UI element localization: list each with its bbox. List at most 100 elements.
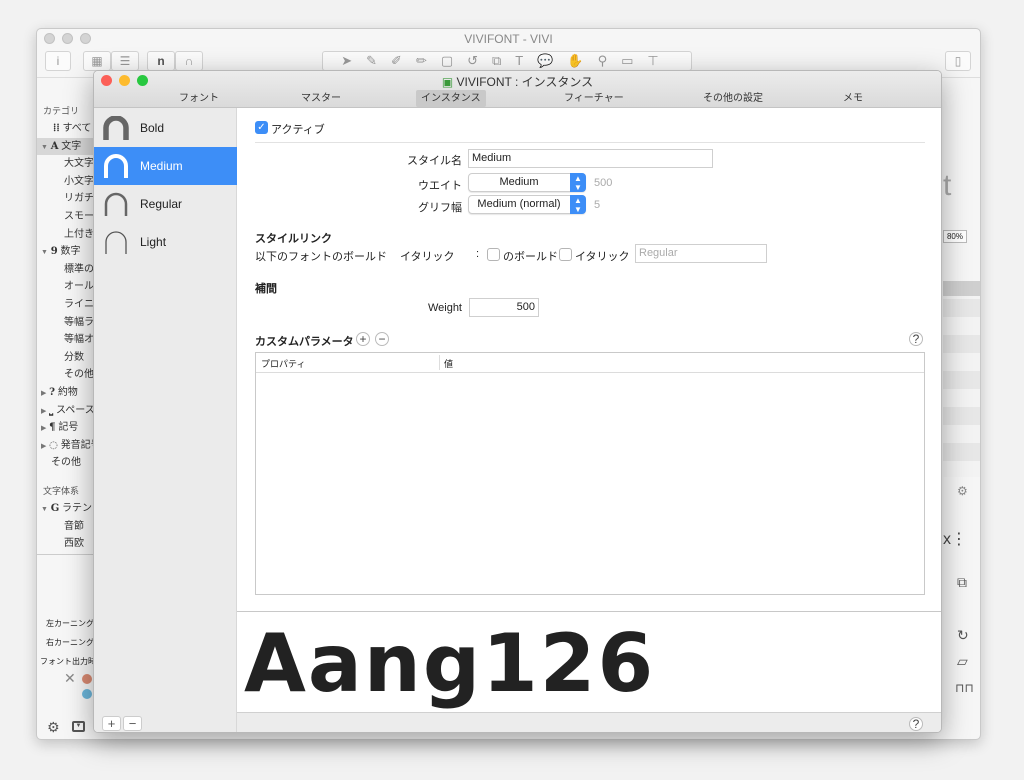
italic-checkbox[interactable] [559,248,572,261]
category-item[interactable]: 分数 [37,349,94,367]
rotate-icon[interactable]: ↻ [957,627,969,644]
category-item[interactable]: ▶ ? 約物 [37,384,94,402]
width-class: 5 [594,199,601,211]
italic-label: イタリック [575,251,630,263]
tab-3[interactable]: フィーチャー [559,90,629,107]
weight-axis-input[interactable]: 500 [469,298,539,317]
category-label: 文字 [61,140,82,152]
category-item[interactable]: その他 [37,366,94,384]
add-instance-button[interactable]: + [102,716,121,731]
list-view-icon[interactable]: ☰ [111,51,139,71]
instance-item[interactable]: Regular [94,185,237,223]
settings-gear-icon[interactable]: ⚙ [957,484,968,498]
dropdown-menu-icon[interactable]: ▼ [72,721,85,732]
slant-icon[interactable]: ▱ [957,653,968,670]
category-item[interactable]: その他 [37,454,94,472]
category-item[interactable]: ライニ [37,296,94,314]
category-label: スペース [55,404,94,416]
category-item[interactable]: ▼ A 文字 [37,137,94,156]
category-item[interactable]: 小文字 [37,173,94,191]
remove-instance-button[interactable]: − [123,716,142,731]
bold-checkbox[interactable] [487,248,500,261]
bold-n-icon[interactable]: n [147,51,175,71]
light-n-icon[interactable]: ∩ [175,51,203,71]
category-label: ライニ [64,299,94,310]
disclosure-arrow-icon[interactable]: ▼ [41,506,48,513]
help-button[interactable]: ? [909,717,923,731]
sidebar-toggle-icon[interactable]: ▯ [945,51,971,71]
style-linking-text: 以下のフォントのボールド [255,251,387,263]
tab-4[interactable]: その他の設定 [698,90,768,107]
instance-label: Light [140,235,167,249]
active-label: アクティブ [271,124,325,136]
disclosure-arrow-icon[interactable]: ▶ [41,408,46,415]
grid-view-icon[interactable]: ▦ [83,51,111,71]
category-item[interactable]: 音節 [37,518,94,536]
category-item[interactable]: ⁞⁞ すべて [37,120,94,138]
blue-color-dot[interactable] [82,689,92,699]
close-x-icon[interactable]: ✕ [64,670,76,687]
category-item[interactable]: ▶ ¶ 記号 [37,419,94,437]
instance-item[interactable]: Light [94,223,237,261]
category-label: 約物 [57,387,78,398]
disclosure-arrow-icon[interactable]: ▼ [41,144,48,151]
category-item[interactable]: 大文字 [37,155,94,173]
category-item[interactable]: リガチャ [37,190,94,208]
category-item[interactable]: ▶ ⎵ スペース [37,402,94,420]
active-checkbox[interactable]: ✓ [255,121,268,134]
custom-params-table[interactable]: プロパティ 値 [255,352,925,595]
category-label: ラテン [62,503,93,514]
disclosure-arrow-icon[interactable]: ▶ [41,390,46,397]
category-item[interactable]: 等幅オ [37,331,94,349]
category-item[interactable]: 西欧 [37,535,94,553]
category-item[interactable]: ▶ ◌ 発音記号 [37,437,94,455]
font-info-window: ▣ VIVIFONT : インスタンス フォント マスター インスタンス フィーチャー… [93,70,942,733]
red-color-dot[interactable] [82,674,92,684]
instance-glyph-icon [104,154,128,178]
layer-list[interactable] [943,281,980,477]
instance-item[interactable]: Bold [94,109,237,147]
category-item[interactable]: ▼ 9 数字 [37,243,94,261]
tab-0[interactable]: フォント [174,90,224,107]
category-label: 等幅ラ [64,316,94,328]
zoom-field[interactable]: 80% [943,230,967,243]
gear-icon[interactable]: ⚙ [47,719,60,736]
column-header-property[interactable]: プロパティ [261,357,305,370]
style-name-input[interactable]: Medium [468,149,713,168]
instance-glyph-icon [105,231,127,254]
tab-2[interactable]: インスタンス [416,90,486,107]
disclosure-arrow-icon[interactable]: ▶ [41,425,46,432]
tab-5[interactable]: メモ [838,90,868,107]
category-item[interactable]: オール [37,278,94,296]
category-item[interactable]: 標準の [37,261,94,279]
instance-item[interactable]: Medium [94,147,237,185]
interpolation-header: 補間 [255,283,277,295]
column-header-value[interactable]: 値 [444,357,453,370]
category-item[interactable]: ▼ G ラテン [37,500,94,518]
category-label: すべて [62,123,92,134]
preview-text: Aang126 [244,617,656,710]
disclosure-arrow-icon[interactable]: ▼ [41,249,48,256]
category-item[interactable]: 上付き [37,226,94,244]
category-item[interactable]: スモール [37,208,94,226]
category-item[interactable]: 等幅ラ [37,314,94,332]
tool-palette[interactable]: ➤✎✐✏▢↺⧉T💬✋⚲▭⊤ [322,51,692,71]
transform-icon[interactable]: x⋮ [943,529,967,549]
add-parameter-button[interactable]: + [356,332,370,346]
category-label: 発音記号 [60,439,94,451]
instance-label: Regular [140,197,183,211]
weight-popup[interactable]: Medium ▲ ▼ [468,173,586,192]
align-icon[interactable]: ⊓⊓ [955,681,974,695]
category-label: 標準の [64,263,94,275]
width-popup[interactable]: Medium (normal) ▲ ▼ [468,195,586,214]
disclosure-arrow-icon[interactable]: ▶ [41,443,46,450]
tab-1[interactable]: マスター [296,90,346,107]
9-glyph-icon: 9 [50,246,58,258]
remove-parameter-button[interactable]: − [375,332,389,346]
pilcrow-icon: ¶ [49,422,56,434]
info-icon[interactable]: i [45,51,71,71]
help-button[interactable]: ? [909,332,923,346]
weight-axis-label: Weight [427,302,462,314]
linked-style-input[interactable]: Regular [635,244,767,263]
scale-icon[interactable]: ⧉ [957,574,967,591]
